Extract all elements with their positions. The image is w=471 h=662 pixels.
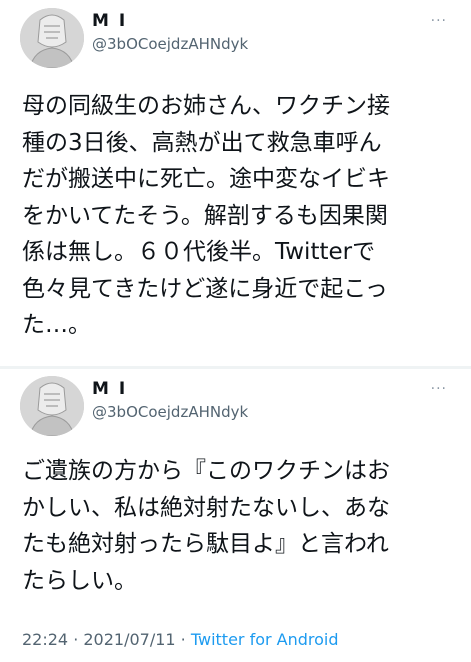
avatar-icon — [20, 8, 84, 68]
tweet-meta: 22:24 · 2021/07/11 · Twitter for Android — [22, 630, 339, 649]
more-options-icon[interactable]: ··· — [431, 13, 447, 29]
source-app-link[interactable]: Twitter for Android — [191, 630, 339, 649]
tweet-1[interactable]: M I @3bOCoejdzAHNdyk ··· 母の同級生のお姉さん、ワクチン… — [0, 0, 471, 368]
avatar-icon — [20, 376, 84, 436]
more-options-icon[interactable]: ··· — [431, 381, 447, 397]
avatar[interactable] — [20, 376, 84, 436]
display-name[interactable]: M I — [92, 11, 127, 31]
user-handle[interactable]: @3bOCoejdzAHNdyk — [92, 403, 248, 421]
display-name[interactable]: M I — [92, 379, 127, 399]
tweet-text: ご遺族の方から『このワクチンはお かしい、私は絶対射たないし、あな たも絶対射っ… — [22, 458, 390, 594]
tweet-2[interactable]: M I @3bOCoejdzAHNdyk ··· ご遺族の方から『このワクチンは… — [0, 368, 471, 662]
meta-separator: · — [68, 630, 84, 649]
avatar[interactable] — [20, 8, 84, 68]
user-handle[interactable]: @3bOCoejdzAHNdyk — [92, 35, 248, 53]
tweet-text: 母の同級生のお姉さん、ワクチン接 種の3日後、高熱が出て救急車呼ん だが搬送中に… — [22, 93, 390, 338]
tweet-date[interactable]: 2021/07/11 — [83, 630, 175, 649]
tweet-time[interactable]: 22:24 — [22, 630, 68, 649]
meta-separator: · — [175, 630, 191, 649]
